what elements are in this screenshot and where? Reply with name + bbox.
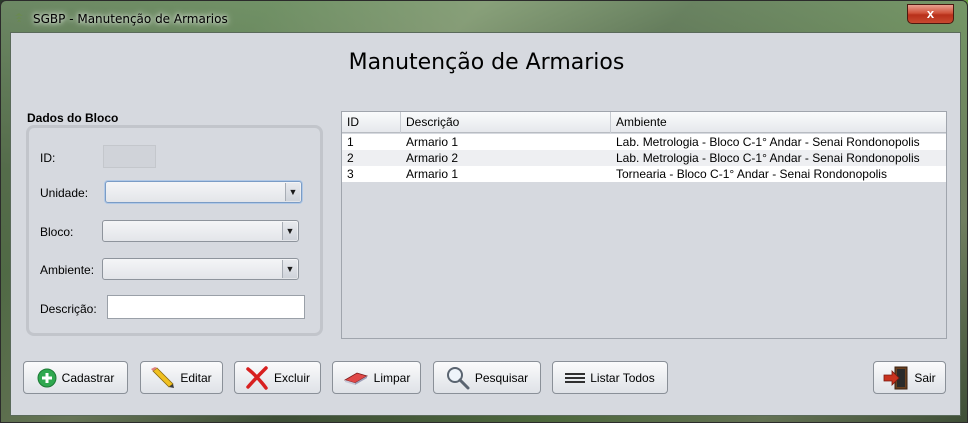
table-header: ID Descrição Ambiente bbox=[342, 112, 946, 133]
listar-todos-button[interactable]: Listar Todos bbox=[552, 361, 668, 394]
chevron-down-icon[interactable]: ▼ bbox=[285, 183, 300, 201]
app-leaf-icon bbox=[15, 13, 23, 22]
id-field bbox=[103, 145, 156, 168]
ambiente-select[interactable]: ▼ bbox=[102, 258, 299, 280]
excluir-button[interactable]: Excluir bbox=[234, 361, 321, 394]
bloco-label: Bloco: bbox=[40, 225, 74, 239]
limpar-label: Limpar bbox=[373, 370, 411, 385]
list-lines-icon bbox=[565, 372, 586, 383]
unidade-select[interactable]: ▼ bbox=[105, 181, 302, 203]
descricao-input[interactable] bbox=[107, 295, 305, 319]
table-row[interactable]: 2 Armario 2 Lab. Metrologia - Bloco C-1°… bbox=[342, 150, 946, 166]
x-mark-icon bbox=[246, 365, 268, 390]
page-title: Manutenção de Armarios bbox=[348, 50, 625, 75]
application-window: SGBP - Manutenção de Armarios x Manutenç… bbox=[0, 0, 968, 423]
column-header-descricao[interactable]: Descrição bbox=[401, 112, 611, 133]
armarios-table[interactable]: ID Descrição Ambiente 1 Armario 1 Lab. M… bbox=[341, 111, 947, 339]
chevron-down-icon[interactable]: ▼ bbox=[282, 222, 297, 240]
listar-todos-label: Listar Todos bbox=[590, 370, 655, 385]
limpar-button[interactable]: Limpar bbox=[332, 361, 421, 394]
pesquisar-button[interactable]: Pesquisar bbox=[433, 361, 541, 394]
close-button[interactable]: x bbox=[907, 4, 954, 24]
cell-descricao: Armario 2 bbox=[406, 151, 459, 165]
main-panel: Manutenção de Armarios Dados do Bloco ID… bbox=[10, 32, 961, 416]
window-title: SGBP - Manutenção de Armarios bbox=[33, 12, 228, 26]
plus-circle-icon bbox=[37, 368, 57, 387]
descricao-label: Descrição: bbox=[40, 302, 97, 316]
bloco-select[interactable]: ▼ bbox=[102, 220, 299, 242]
column-header-ambiente[interactable]: Ambiente bbox=[611, 112, 946, 133]
magnifier-icon bbox=[446, 366, 470, 389]
table-row[interactable]: 1 Armario 1 Lab. Metrologia - Bloco C-1°… bbox=[342, 134, 946, 150]
ambiente-label: Ambiente: bbox=[40, 263, 95, 277]
pesquisar-label: Pesquisar bbox=[474, 370, 529, 385]
cell-id: 3 bbox=[347, 167, 354, 181]
sair-button[interactable]: Sair bbox=[873, 361, 946, 394]
excluir-label: Excluir bbox=[273, 370, 310, 385]
table-row[interactable]: 3 Armario 1 Tornearia - Bloco C-1° Andar… bbox=[342, 166, 946, 182]
group-title: Dados do Bloco bbox=[27, 111, 119, 125]
title-bar[interactable]: SGBP - Manutenção de Armarios x bbox=[1, 1, 968, 33]
cell-ambiente: Lab. Metrologia - Bloco C-1° Andar - Sen… bbox=[616, 151, 920, 165]
id-label: ID: bbox=[40, 151, 56, 165]
unidade-label: Unidade: bbox=[40, 186, 89, 200]
exit-door-icon bbox=[883, 366, 908, 389]
cadastrar-label: Cadastrar bbox=[61, 370, 115, 385]
pencil-icon bbox=[151, 366, 175, 388]
cell-descricao: Armario 1 bbox=[406, 135, 459, 149]
eraser-icon bbox=[343, 372, 368, 385]
sair-label: Sair bbox=[914, 370, 936, 385]
cell-id: 1 bbox=[347, 135, 354, 149]
cell-ambiente: Tornearia - Bloco C-1° Andar - Senai Ron… bbox=[616, 167, 887, 181]
editar-button[interactable]: Editar bbox=[140, 361, 223, 394]
cell-descricao: Armario 1 bbox=[406, 167, 459, 181]
cell-id: 2 bbox=[347, 151, 354, 165]
chevron-down-icon[interactable]: ▼ bbox=[282, 260, 297, 278]
cell-ambiente: Lab. Metrologia - Bloco C-1° Andar - Sen… bbox=[616, 135, 920, 149]
editar-label: Editar bbox=[180, 370, 212, 385]
cadastrar-button[interactable]: Cadastrar bbox=[23, 361, 128, 394]
column-header-id[interactable]: ID bbox=[342, 112, 401, 133]
